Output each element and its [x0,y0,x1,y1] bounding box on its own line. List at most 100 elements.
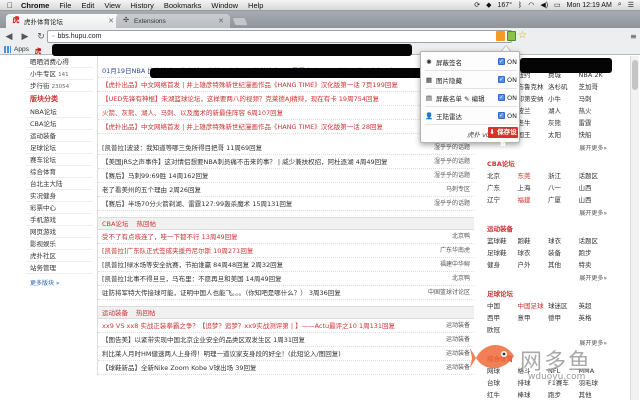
menu-window[interactable]: Window [211,1,238,10]
table-row[interactable]: 【赛后】马刺99:69胜 14周162回复 湿乎乎的话题 [98,169,474,183]
index-link[interactable]: 球迷区 [548,301,579,311]
nav-item[interactable]: 晒晒消费心得 [26,56,93,68]
nav-item-multisport[interactable]: 综合体育 [26,166,93,178]
more-forums-link[interactable]: 更多版块 » [26,278,93,287]
index-link[interactable]: 球衣 [518,248,549,258]
table-row[interactable]: 【虎扑出品】中文网络首发 | 井上雄彦特殊新世纪漫画作品《HANG TIME》汉… [98,78,474,92]
table-row[interactable]: 利比莱人月时HM健速两人上身得！明理一道议家支身段的好全！(此短论入/图回复) 运… [98,347,474,361]
dropbox-icon[interactable]: ◆ [486,1,491,9]
nav-item-cba[interactable]: CBA论坛 [26,118,93,130]
checkbox[interactable]: ✓ [498,58,506,65]
volume-icon[interactable]: ◀) [540,1,548,9]
table-row[interactable]: 【赛后】半场70分火箭剃湖、雷霆127:99轰杀魔术 15周131回复 湿乎乎的话… [98,197,474,211]
index-link[interactable]: 中国足球 [518,301,549,311]
index-link[interactable]: 英格 [579,313,610,323]
nav-item[interactable]: 步行街 23054 [26,80,93,92]
index-link[interactable]: 话题区 [579,236,610,246]
battery-icon[interactable]: ▭ [554,1,561,9]
nav-item-community[interactable]: 虎扑社区 [26,250,93,262]
menu-chrome[interactable]: Chrome [21,1,49,10]
rss-icon[interactable] [496,31,505,41]
index-link[interactable]: 跑步 [579,248,610,258]
index-link[interactable]: 西甲 [487,313,518,323]
index-link[interactable]: 北京 [487,171,518,181]
close-icon[interactable]: ✕ [108,17,114,25]
index-link[interactable]: 浙江 [548,171,579,181]
nav-item-racing[interactable]: 赛车论坛 [26,154,93,166]
index-link[interactable]: 马刺 [579,94,610,104]
expand-more-link[interactable]: 展开更多» [485,208,607,217]
index-link[interactable]: 老牛 [518,118,549,128]
checkbox[interactable]: ✓ [498,76,506,83]
table-row[interactable]: [凯普拉]北事不得旦旦，马布里：不愿再旦和美国 14周49回复 北京鸭 [98,272,474,286]
index-link[interactable]: 东莞 [518,171,549,181]
wifi-icon[interactable]: ◠ [528,1,534,9]
menu-file[interactable]: File [59,1,71,10]
nav-item-mobile-games[interactable]: 手机游戏 [26,214,93,226]
index-link[interactable]: 装备 [548,248,579,258]
save-settings-button[interactable]: ⬇ 保存设置 [488,127,518,147]
index-link[interactable]: 波兰 [518,106,549,116]
notification-center-icon[interactable]: ☰ [628,1,634,9]
index-link[interactable]: 上海 [518,183,549,193]
table-row[interactable]: 驻防将军特大传接球可能，证明中国人也能飞。。。（你知吧是哪什么？） 3周36回复… [98,286,474,300]
menu-edit[interactable]: Edit [81,1,94,10]
index-link[interactable]: 红牛 [487,390,518,400]
index-link[interactable]: 球衣 [548,236,579,246]
index-link[interactable]: 布鲁克林 [518,82,549,92]
index-link[interactable]: 话题区 [579,171,610,181]
index-link[interactable]: 中国 [487,301,518,311]
index-link[interactable]: 小牛 [548,94,579,104]
index-link[interactable]: 跑步 [548,390,579,400]
index-link[interactable]: 台球 [487,378,518,388]
index-link[interactable]: 山西 [579,183,610,193]
index-link[interactable]: 跑鞋 [518,236,549,246]
nav-item-admin[interactable]: 站务管理 [26,262,93,274]
index-link[interactable]: 欧冠 [487,325,518,335]
table-row[interactable]: 【球鞋新品】全新Nike Zoom Kobe V球出场 39回复 运动装备 [98,361,474,375]
spotlight-icon[interactable]: ⌕ [618,1,622,9]
table-row[interactable]: 【图告美】以紧带实现中国北京企业安全的品类区双发生区 1周31回复 运动装备 [98,333,474,347]
option-radar[interactable]: 👤 王陆雷达 ✓ ON [425,108,517,123]
nav-item-entertainment[interactable]: 影视娱乐 [26,238,93,250]
index-link[interactable]: 意甲 [518,313,549,323]
menu-icon[interactable]: ≡ [630,32,637,41]
table-row[interactable]: 火箭、灰熊、湖人、马刺、以及魔术的新最佳阵容 6周107回复 [98,106,474,120]
index-link[interactable]: 棒球 [518,390,549,400]
index-link[interactable]: 特卖 [579,260,610,270]
index-link[interactable]: 印第安纳 [518,94,549,104]
temperature-readout[interactable]: 167° [498,2,512,9]
menu-bookmarks[interactable]: Bookmarks [164,1,202,10]
index-link[interactable]: 德甲 [548,313,579,323]
nav-item-nba[interactable]: NBA论坛 [26,106,93,118]
table-row[interactable]: xx9 VS xx8 实战正装拳霸之争？【追梦？追梦？xx9实战测评第 | 】—… [98,319,474,333]
nav-item-taiwan[interactable]: 台北主大陆 [26,178,93,190]
bluetooth-icon[interactable]: ᛒ [518,2,522,9]
table-row[interactable]: 【UED先锋有神棍】未湖篮球论坛，这样要两八的视频？克莱德AJ精辩，现在有卡 1… [98,92,474,106]
nav-item-soccer[interactable]: 足球论坛 [26,142,93,154]
checkbox[interactable]: ✓ [498,112,506,119]
checkbox[interactable]: ✓ [498,94,506,101]
option-hide-images[interactable]: ▦ 图片隐藏 ✓ ON [425,72,517,87]
bookmark-hupu[interactable]: 虎 [35,45,42,55]
option-blocklist[interactable]: ▤ 屏蔽名单 ✎ 编辑 ✓ ON [425,90,517,105]
clock[interactable]: Mon 12:19 AM [567,2,612,9]
menu-help[interactable]: Help [248,1,263,10]
reload-icon[interactable]: ↻ [34,31,48,43]
nav-item[interactable]: 小牛专区 141 [26,68,93,80]
nav-item-web-games[interactable]: 网页游戏 [26,226,93,238]
index-link[interactable]: 其他 [548,260,579,270]
hupu-extension-icon[interactable] [507,31,516,41]
tab-hupu[interactable]: 虎 虎扑体育论坛 ✕ [6,14,120,28]
nav-item-fitness[interactable]: 实况健身 [26,190,93,202]
back-icon[interactable]: ◀ [2,31,16,43]
index-link[interactable]: 湖人 [548,106,579,116]
index-link[interactable]: 福建 [518,195,549,205]
index-link[interactable]: 太阳 [548,130,579,140]
menu-view[interactable]: View [104,1,120,10]
table-row[interactable]: 受不了有点咳连了，哇一下都不行 13周49回复 北京鸭 [98,230,474,244]
index-link[interactable]: 芝加哥 [579,82,610,92]
close-icon[interactable]: ✕ [218,17,224,25]
index-link[interactable]: 快船 [579,130,610,140]
table-row[interactable]: 【美国JRS之声事件】这对情侣想要NBA刺员痛不击来的事？ | 威少兼扶权招，阿… [98,155,474,169]
